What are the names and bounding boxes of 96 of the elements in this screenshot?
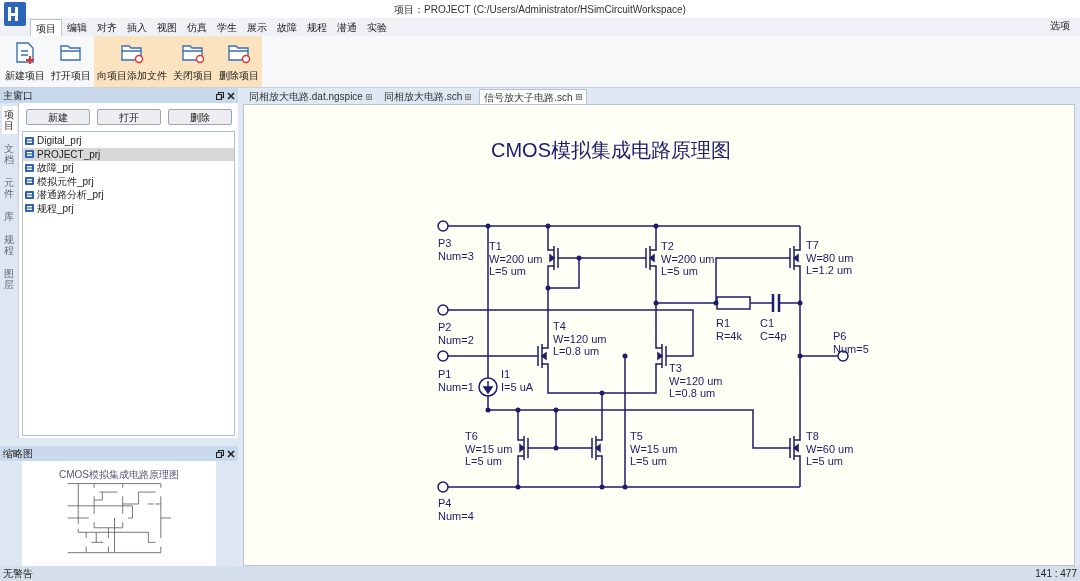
project-icon [25, 204, 34, 213]
window-title: 项目：PROJECT (C:/Users/Administrator/HSimCircuitWorkspace) [394, 2, 686, 17]
ribbon-tab[interactable]: 对齐 [92, 19, 122, 36]
ribbon-button[interactable]: 新建项目 [2, 36, 48, 87]
component-label: R1 [716, 317, 731, 329]
component-label: R=4k [716, 329, 742, 342]
component-label: L=5 um [661, 265, 698, 277]
panel-title: 主窗口 [3, 89, 33, 103]
component-label: W=120 um [669, 374, 723, 387]
component-label: L=5 um [465, 455, 502, 467]
restore-icon[interactable] [216, 449, 224, 458]
component-label: P4 [438, 497, 452, 509]
ribbon-tab[interactable]: 仿真 [182, 19, 212, 36]
component-label: Num=5 [833, 342, 869, 355]
project-icon [25, 163, 34, 172]
component-label: W=200 um [661, 252, 715, 265]
component-label: L=5 um [489, 265, 526, 277]
ribbon-tab[interactable]: 潜通 [332, 19, 362, 36]
side-tab[interactable]: 元件 [1, 174, 17, 202]
side-tab[interactable]: 图层 [1, 265, 17, 293]
component-label: Num=1 [438, 380, 474, 393]
project-item[interactable]: PROJECT_prj [23, 147, 234, 161]
component-label: W=80 um [806, 251, 854, 264]
component-label: T8 [806, 430, 819, 442]
ribbon-tab[interactable]: 编辑 [62, 19, 92, 36]
ribbon-tab[interactable]: 插入 [122, 19, 152, 36]
side-tab[interactable]: 库 [1, 208, 17, 225]
ribbon-tab[interactable]: 视图 [152, 19, 182, 36]
component-label: Num=4 [438, 509, 474, 522]
component-label: C=4p [760, 329, 787, 342]
panel-title: 缩略图 [3, 447, 33, 461]
component-label: W=15 um [465, 442, 513, 455]
ribbon-tab[interactable]: 实验 [362, 19, 392, 36]
close-icon[interactable] [227, 91, 235, 100]
component-label: P6 [833, 330, 847, 342]
ribbon-tab[interactable]: 项目 [30, 19, 62, 36]
project-item[interactable]: 规程_prj [23, 201, 234, 215]
component-label: W=60 um [806, 442, 854, 455]
thumbnail-title: CMOS模拟集成电路原理图 [59, 468, 179, 482]
document-tab[interactable]: 信号放大子电路.sch [479, 89, 587, 104]
ribbon-tab[interactable]: 学生 [212, 19, 242, 36]
component-label: T1 [489, 240, 502, 252]
component-label: P1 [438, 368, 452, 380]
component-label: T3 [669, 362, 682, 374]
project-item[interactable]: 故障_prj [23, 161, 234, 175]
panel-button[interactable]: 删除 [167, 109, 232, 125]
component-label: P3 [438, 237, 452, 249]
close-tab-icon[interactable] [575, 94, 582, 100]
project-icon [25, 150, 34, 159]
component-label: Num=2 [438, 333, 474, 346]
document-tab[interactable]: 同相放大电路.sch [379, 89, 476, 104]
ribbon-tab[interactable]: 故障 [272, 19, 302, 36]
component-label: T6 [465, 430, 478, 442]
component-label: L=0.8 um [553, 345, 600, 357]
document-tab[interactable]: 同相放大电路.dat.ngspice [245, 89, 376, 104]
component-label: T7 [806, 239, 819, 251]
ribbon-button[interactable]: 删除项目 [216, 36, 262, 87]
restore-icon[interactable] [216, 91, 224, 100]
cursor-position: 141 : 477 [1035, 567, 1077, 581]
component-label: I=5 uA [501, 380, 534, 393]
project-item[interactable]: Digital_prj [23, 134, 234, 148]
project-item[interactable]: 潜通路分析_prj [23, 188, 234, 202]
panel-button[interactable]: 新建 [25, 109, 90, 125]
close-tab-icon[interactable] [365, 93, 372, 100]
component-label: W=120 um [553, 332, 607, 345]
side-tab[interactable]: 项目 [1, 106, 17, 134]
panel-button[interactable]: 打开 [96, 109, 161, 125]
ribbon-button[interactable]: 关闭项目 [170, 36, 216, 87]
component-label: P2 [438, 321, 452, 333]
project-icon [25, 136, 34, 145]
component-label: L=5 um [806, 455, 843, 467]
ribbon-tab[interactable]: 规程 [302, 19, 332, 36]
close-tab-icon[interactable] [465, 93, 472, 100]
ribbon-button[interactable]: 向项目添加文件 [94, 36, 170, 87]
component-label: T5 [630, 430, 643, 442]
component-label: T4 [553, 320, 566, 332]
side-tab[interactable]: 文档 [1, 140, 17, 168]
project-item[interactable]: 模拟元件_prj [23, 174, 234, 188]
schematic-title: CMOS模拟集成电路原理图 [491, 139, 731, 161]
project-icon [25, 190, 34, 199]
close-icon[interactable] [227, 449, 235, 458]
component-label: Num=3 [438, 249, 474, 262]
side-tab[interactable]: 规程 [1, 231, 17, 259]
component-label: T2 [661, 240, 674, 252]
component-label: I1 [501, 368, 511, 380]
status-message: 无警告 [3, 567, 33, 581]
component-label: W=15 um [630, 442, 678, 455]
component-label: W=200 um [489, 252, 543, 265]
ribbon-tab[interactable]: 展示 [242, 19, 272, 36]
component-label: C1 [760, 317, 775, 329]
options-label[interactable]: 选项 [1050, 18, 1070, 33]
component-label: L=0.8 um [669, 387, 716, 399]
ribbon-button[interactable]: 打开项目 [48, 36, 94, 87]
project-icon [25, 177, 34, 186]
component-label: L=1.2 um [806, 264, 853, 276]
component-label: L=5 um [630, 455, 667, 467]
